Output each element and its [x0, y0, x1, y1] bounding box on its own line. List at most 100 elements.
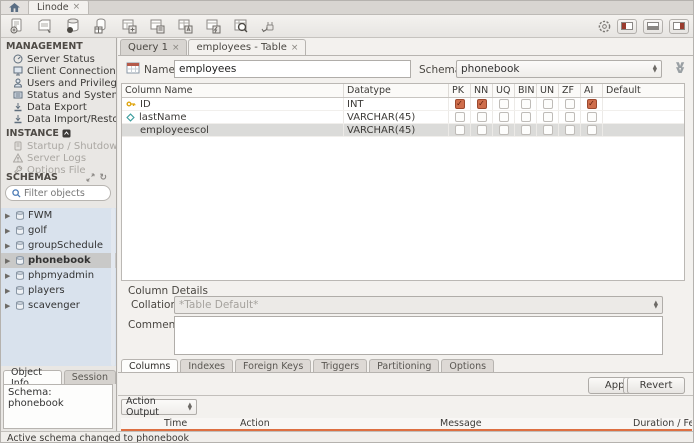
- create-view-icon[interactable]: [119, 18, 138, 35]
- sidebar-item-users-privileges[interactable]: Users and Privileges: [1, 77, 116, 89]
- instance-actions-icon[interactable]: [62, 129, 71, 138]
- column-row-employeescol[interactable]: employeescol VARCHAR(45): [122, 124, 684, 137]
- collation-select[interactable]: *Table Default* ▲ ▼: [174, 296, 663, 314]
- revert-button[interactable]: Revert: [627, 377, 685, 394]
- sidebar-item-startup-shutdown[interactable]: Startup / Shutdown: [1, 140, 116, 152]
- subtab-indexes[interactable]: Indexes: [180, 359, 233, 373]
- toggle-bottom-panel-icon[interactable]: [643, 18, 663, 34]
- tab-session[interactable]: Session: [63, 370, 116, 384]
- expand-arrow-icon[interactable]: ▶: [5, 272, 12, 280]
- nn-checkbox[interactable]: [476, 112, 487, 122]
- create-table-icon[interactable]: [91, 18, 110, 35]
- un-checkbox[interactable]: [542, 125, 553, 135]
- monitor-icon: [13, 66, 23, 76]
- sidebar-item-server-status[interactable]: Server Status: [1, 53, 116, 65]
- schema-item-players[interactable]: ▶ players: [1, 283, 116, 298]
- schema-icon: [15, 226, 25, 235]
- expand-arrow-icon[interactable]: ▶: [5, 212, 12, 220]
- schema-filter-input[interactable]: [24, 187, 104, 199]
- schema-item-phpmyadmin[interactable]: ▶ phpmyadmin: [1, 268, 116, 283]
- schema-item-fwm[interactable]: ▶ FWM: [1, 208, 116, 223]
- uq-checkbox[interactable]: [498, 99, 509, 109]
- nn-checkbox[interactable]: [476, 99, 487, 109]
- close-icon[interactable]: ×: [73, 2, 81, 12]
- tab-object-info[interactable]: Object Info: [3, 367, 62, 389]
- schema-icon: [15, 286, 25, 295]
- expand-arrow-icon[interactable]: ▶: [5, 257, 12, 265]
- create-procedure-icon[interactable]: [147, 18, 166, 35]
- schema-item-groupschedule[interactable]: ▶ groupSchedule: [1, 238, 116, 253]
- expand-arrow-icon[interactable]: ▶: [5, 242, 12, 250]
- zf-checkbox[interactable]: [564, 112, 575, 122]
- collapse-editor-button[interactable]: ∨ ∨: [669, 59, 691, 77]
- subtab-foreign-keys[interactable]: Foreign Keys: [235, 359, 312, 373]
- sidebar-item-status-system-variables[interactable]: Status and System Variables: [1, 89, 116, 101]
- tab-employees-table[interactable]: employees - Table ×: [188, 39, 307, 55]
- bin-checkbox[interactable]: [520, 99, 531, 109]
- uq-checkbox[interactable]: [498, 112, 509, 122]
- ai-checkbox[interactable]: [586, 99, 597, 109]
- nn-checkbox[interactable]: [476, 125, 487, 135]
- subtab-triggers[interactable]: Triggers: [313, 359, 368, 373]
- un-checkbox[interactable]: [542, 112, 553, 122]
- bin-checkbox[interactable]: [520, 112, 531, 122]
- schema-item-phonebook[interactable]: ▶ phonebook: [1, 253, 116, 268]
- create-schema-icon[interactable]: [63, 18, 82, 35]
- activity-indicator-icon: [598, 20, 611, 33]
- connection-tab-linode[interactable]: Linode ×: [29, 1, 90, 14]
- grid-scrollbar[interactable]: [686, 83, 692, 281]
- schema-expand-icon[interactable]: [86, 173, 95, 183]
- expand-arrow-icon[interactable]: ▶: [5, 302, 12, 310]
- table-name-input[interactable]: [174, 60, 411, 78]
- bin-checkbox[interactable]: [520, 125, 531, 135]
- ai-checkbox[interactable]: [586, 112, 597, 122]
- schema-select[interactable]: phonebook ▲ ▼: [456, 60, 662, 78]
- tab-query-1[interactable]: Query 1 ×: [120, 39, 188, 55]
- pk-checkbox[interactable]: [454, 99, 465, 109]
- close-icon[interactable]: ×: [291, 43, 299, 53]
- status-bar: Active schema changed to phonebook: [1, 431, 693, 443]
- ai-checkbox[interactable]: [586, 125, 597, 135]
- toggle-right-panel-icon[interactable]: [669, 18, 689, 34]
- sidebar-item-data-export[interactable]: Data Export: [1, 101, 116, 113]
- user-icon: [13, 78, 23, 88]
- output-selector[interactable]: Action Output ▲ ▼: [121, 396, 197, 418]
- table-icon: [126, 62, 140, 74]
- sidebar-item-server-logs[interactable]: Server Logs: [1, 152, 116, 164]
- reconnect-dbms-icon[interactable]: [259, 18, 278, 35]
- pk-checkbox[interactable]: [454, 125, 465, 135]
- zf-checkbox[interactable]: [564, 99, 575, 109]
- un-checkbox[interactable]: [542, 99, 553, 109]
- column-row-id[interactable]: ID INT: [122, 98, 684, 111]
- pk-checkbox[interactable]: [454, 112, 465, 122]
- close-icon[interactable]: ×: [172, 43, 180, 53]
- schema-item-scavenger[interactable]: ▶ scavenger: [1, 298, 116, 313]
- warning-icon: [13, 153, 23, 163]
- create-function-icon[interactable]: [175, 18, 194, 35]
- comment-textarea[interactable]: [174, 316, 663, 355]
- open-sql-script-icon[interactable]: [35, 18, 54, 35]
- status-text: Active schema changed to phonebook: [7, 432, 189, 443]
- schema-icon: [15, 271, 25, 280]
- column-row-lastname[interactable]: lastName VARCHAR(45): [122, 111, 684, 124]
- subtab-columns[interactable]: Columns: [121, 359, 179, 373]
- new-sql-tab-icon[interactable]: [7, 18, 26, 35]
- subtab-options[interactable]: Options: [441, 359, 495, 373]
- schema-refresh-icon[interactable]: ↻: [99, 173, 107, 183]
- zf-checkbox[interactable]: [564, 125, 575, 135]
- schema-filter[interactable]: [5, 185, 111, 201]
- expand-arrow-icon[interactable]: ▶: [5, 287, 12, 295]
- toggle-left-panel-icon[interactable]: [617, 18, 637, 34]
- schemas-section-title: SCHEMAS ↻: [6, 172, 107, 183]
- primary-key-icon: [126, 99, 136, 109]
- subtab-partitioning[interactable]: Partitioning: [369, 359, 440, 373]
- sidebar-item-data-import[interactable]: Data Import/Restore: [1, 113, 116, 125]
- schema-list-scrollbar[interactable]: [111, 208, 115, 366]
- home-tab[interactable]: [1, 1, 29, 14]
- sidebar-item-client-connections[interactable]: Client Connections: [1, 65, 116, 77]
- create-trigger-icon[interactable]: [203, 18, 222, 35]
- uq-checkbox[interactable]: [498, 125, 509, 135]
- search-table-data-icon[interactable]: [231, 18, 250, 35]
- schema-item-golf[interactable]: ▶ golf: [1, 223, 116, 238]
- expand-arrow-icon[interactable]: ▶: [5, 227, 12, 235]
